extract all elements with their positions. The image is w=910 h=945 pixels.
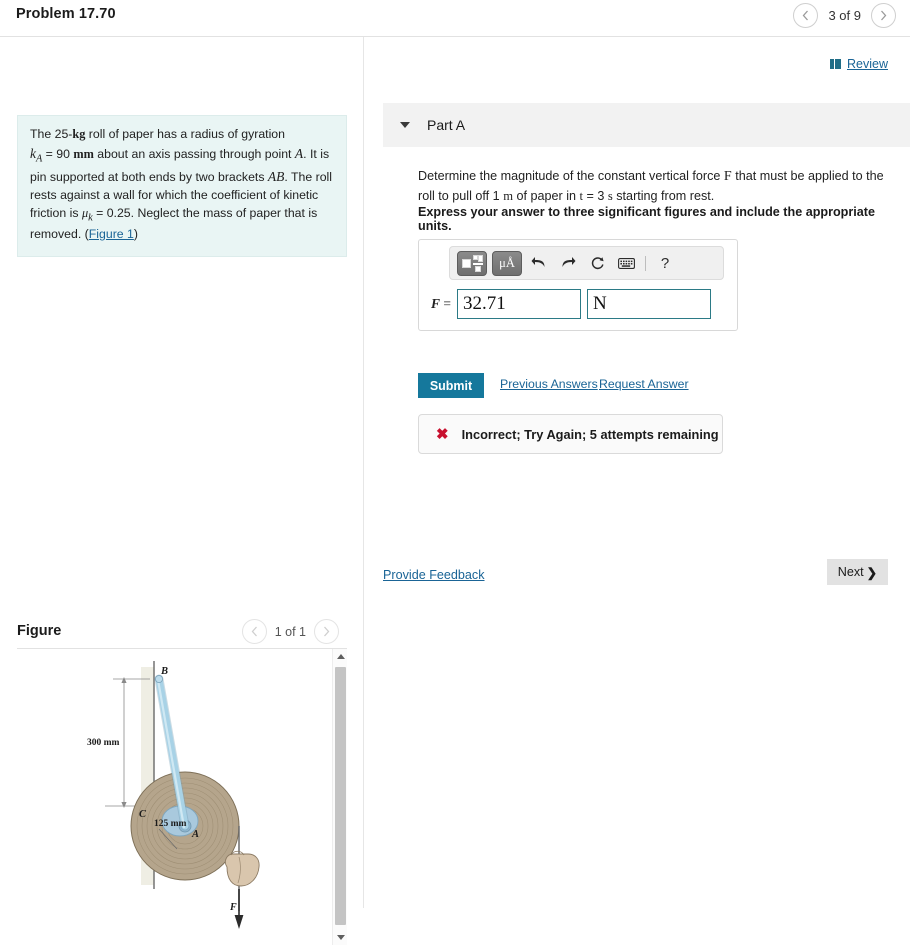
feedback-message: ✖ Incorrect; Try Again; 5 attempts remai… xyxy=(418,414,723,454)
q-part-1: Determine the magnitude of the constant … xyxy=(418,169,724,183)
figure-title: Figure xyxy=(17,623,62,639)
figure-previous-button[interactable] xyxy=(241,619,267,644)
q-part-4: = 3 xyxy=(583,189,608,203)
toolbar-divider xyxy=(645,255,646,271)
keyboard-button[interactable] xyxy=(614,251,638,275)
review-link[interactable]: Review xyxy=(829,57,888,71)
problem-pager-label: 3 of 9 xyxy=(828,8,861,23)
figure-header: Figure 1 of 1 xyxy=(17,617,347,651)
math-template-button[interactable] xyxy=(457,250,487,276)
chevron-left-icon xyxy=(802,10,809,21)
problem-pager: 3 of 9 xyxy=(793,3,896,28)
chevron-right-icon: ❯ xyxy=(866,565,878,580)
chevron-right-icon xyxy=(323,626,330,637)
stmt-text-2: roll of paper has a radius of gyration xyxy=(85,127,285,141)
review-label: Review xyxy=(847,57,888,71)
triangle-down-icon xyxy=(336,935,345,940)
answer-value-input[interactable] xyxy=(457,289,582,319)
figure-diagram: B A C 300 mm 125 mm F xyxy=(87,661,260,929)
units-micro-angstrom-icon: μÅ xyxy=(499,255,515,270)
label-dim-125: 125 mm xyxy=(154,819,187,829)
hand-grip xyxy=(224,850,260,887)
reset-circular-arrow-icon xyxy=(590,256,605,271)
keyboard-icon xyxy=(617,257,635,269)
page-title: Problem 17.70 xyxy=(16,6,116,22)
label-b: B xyxy=(160,666,168,677)
triangle-up-icon xyxy=(336,654,345,659)
stmt-eq-1: = 90 xyxy=(42,146,74,161)
scrollbar-thumb[interactable] xyxy=(335,667,346,925)
figure-1-link[interactable]: Figure 1 xyxy=(89,227,134,241)
reset-button[interactable] xyxy=(585,251,609,275)
label-c: C xyxy=(139,809,147,820)
math-template-icon xyxy=(461,255,483,272)
request-answer-link[interactable]: Request Answer xyxy=(599,377,689,391)
previous-answers-link[interactable]: Previous Answers xyxy=(500,377,598,391)
q-part-3: of paper in xyxy=(512,189,580,203)
answer-input-row: F = xyxy=(431,288,727,320)
scroll-down-button[interactable] xyxy=(333,930,347,945)
label-a: A xyxy=(191,829,199,840)
q-unit-m: m xyxy=(503,189,513,203)
problem-statement: The 25-kg roll of paper has a radius of … xyxy=(17,115,347,257)
next-label: Next xyxy=(837,565,864,579)
caret-down-icon[interactable] xyxy=(400,122,410,128)
answer-unit-input[interactable] xyxy=(587,289,712,319)
stmt-close-paren: ) xyxy=(133,227,139,242)
redo-arrow-icon xyxy=(560,256,576,270)
stmt-unit-mm: mm xyxy=(73,146,94,161)
undo-arrow-icon xyxy=(531,256,547,270)
answer-toolbar: μÅ ? xyxy=(449,246,724,280)
next-button[interactable]: Next ❯ xyxy=(827,559,888,585)
part-a-title: Part A xyxy=(427,117,466,133)
book-icon xyxy=(829,59,841,69)
label-dim-300: 300 mm xyxy=(87,738,120,748)
stmt-bracket-ab: AB xyxy=(267,169,285,185)
figure-scrollbar[interactable] xyxy=(332,649,347,945)
figure-viewport: B A C 300 mm 125 mm F xyxy=(17,649,347,945)
question-mark-icon: ? xyxy=(660,254,670,272)
units-button[interactable]: μÅ xyxy=(492,250,522,276)
chevron-right-icon xyxy=(880,10,887,21)
figure-pager-label: 1 of 1 xyxy=(274,624,306,639)
figure-next-button[interactable] xyxy=(314,619,339,644)
question-text: Determine the magnitude of the constant … xyxy=(418,166,898,206)
express-answer-instruction: Express your answer to three significant… xyxy=(418,205,875,233)
q-part-5: starting from rest. xyxy=(612,189,715,203)
next-problem-button[interactable] xyxy=(871,3,896,28)
help-button[interactable]: ? xyxy=(653,251,677,275)
stmt-unit-kg: kg xyxy=(72,127,86,141)
scroll-up-button[interactable] xyxy=(333,649,347,664)
answer-symbol-f: F xyxy=(431,296,441,311)
submit-button[interactable]: Submit xyxy=(418,373,484,398)
page-header: Problem 17.70 3 of 9 xyxy=(0,0,910,36)
stmt-point-a: A xyxy=(294,145,304,161)
chevron-left-icon xyxy=(251,626,258,637)
answer-label: F = xyxy=(431,296,451,312)
redo-button[interactable] xyxy=(556,251,580,275)
previous-problem-button[interactable] xyxy=(793,3,819,28)
right-panel: Review Part A Determine the magnitude of… xyxy=(364,37,910,908)
x-mark-icon: ✖ xyxy=(436,425,449,443)
feedback-text: Incorrect; Try Again; 5 attempts remaini… xyxy=(461,426,719,442)
figure-pager: 1 of 1 xyxy=(241,619,339,644)
answer-equals: = xyxy=(443,296,452,311)
undo-button[interactable] xyxy=(527,251,551,275)
answer-widget: μÅ ? F = 32.71 N xyxy=(418,239,738,331)
stmt-text-1: The 25- xyxy=(30,127,73,141)
provide-feedback-link[interactable]: Provide Feedback xyxy=(383,568,485,582)
part-a-header[interactable]: Part A xyxy=(383,103,910,147)
stmt-text-3: about an axis passing through point xyxy=(93,146,295,161)
q-symbol-f: F xyxy=(723,169,732,184)
left-panel: The 25-kg roll of paper has a radius of … xyxy=(0,37,363,945)
